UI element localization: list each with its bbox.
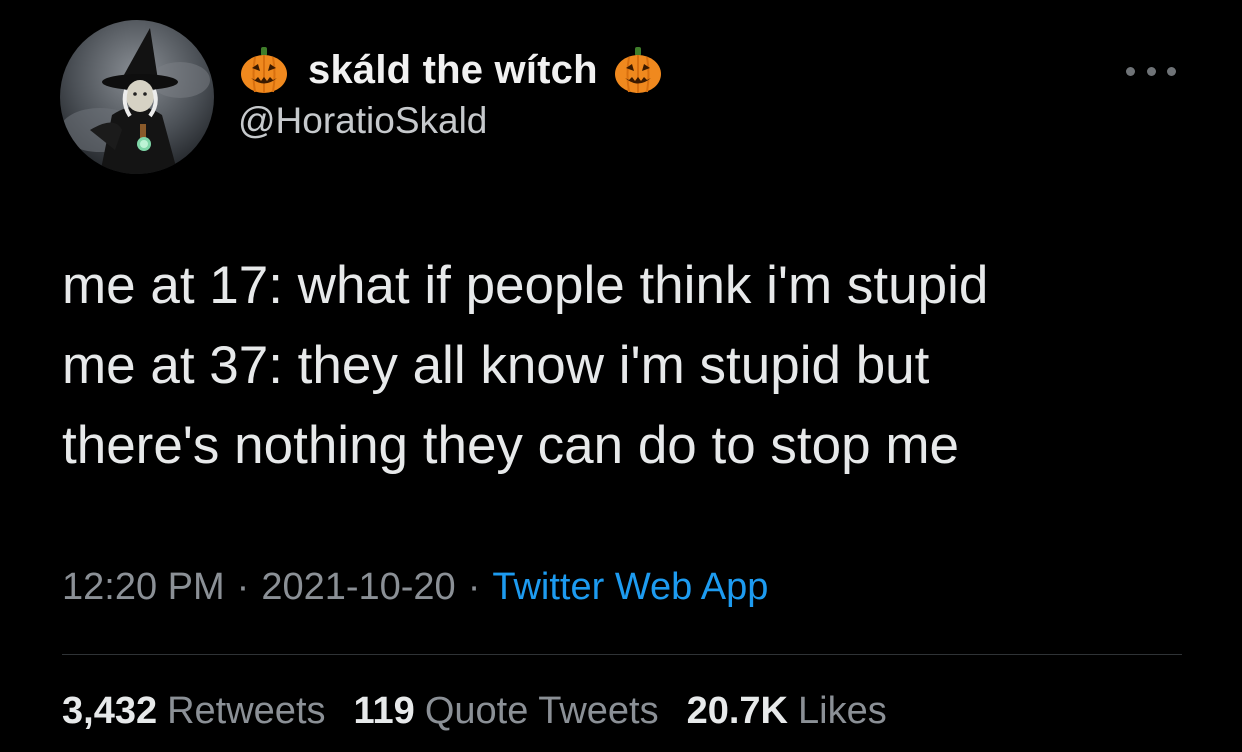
tweet-text: me at 17: what if people think i'm stupi… [62, 246, 1202, 486]
more-horizontal-icon [1146, 66, 1156, 76]
tweet-line: me at 37: they all know i'm stupid but [62, 336, 930, 395]
tweet-stats: 3,432 Retweets 119 Quote Tweets 20.7K Li… [62, 690, 915, 733]
display-name: skáld the wítch [308, 47, 598, 92]
tweet-meta: 12:20 PM · 2021-10-20 · Twitter Web App [62, 566, 768, 609]
jack-o-lantern-icon [238, 44, 290, 96]
quote-tweets-label: Quote Tweets [424, 690, 659, 732]
retweets-label: Retweets [167, 690, 326, 732]
retweets-count: 3,432 [62, 690, 158, 732]
jack-o-lantern-icon [612, 44, 664, 96]
divider [62, 654, 1182, 655]
quote-tweets-stat[interactable]: 119 Quote Tweets [354, 690, 659, 733]
more-options-button[interactable] [1126, 56, 1176, 86]
more-horizontal-icon [1126, 66, 1135, 76]
tweet-line: me at 17: what if people think i'm stupi… [62, 256, 989, 315]
likes-stat[interactable]: 20.7K Likes [687, 690, 887, 733]
tweet-card: skáld the wítch @HoratioSkald me at 17: … [0, 0, 1242, 752]
avatar[interactable] [60, 20, 214, 174]
quote-tweets-count: 119 [353, 690, 415, 732]
retweets-stat[interactable]: 3,432 Retweets [62, 690, 326, 733]
likes-count: 20.7K [686, 690, 788, 732]
tweet-line: there's nothing they can do to stop me [62, 416, 959, 475]
more-horizontal-icon [1167, 66, 1176, 76]
tweet-date[interactable]: 2021-10-20 [261, 566, 455, 608]
witch-avatar-icon [60, 20, 214, 174]
likes-label: Likes [798, 690, 887, 732]
display-name-row[interactable]: skáld the wítch [238, 40, 664, 100]
separator: · [236, 566, 250, 608]
separator: · [467, 566, 481, 608]
tweet-time[interactable]: 12:20 PM [62, 566, 225, 608]
tweet-source-link[interactable]: Twitter Web App [492, 566, 768, 608]
user-handle[interactable]: @HoratioSkald [238, 100, 487, 142]
